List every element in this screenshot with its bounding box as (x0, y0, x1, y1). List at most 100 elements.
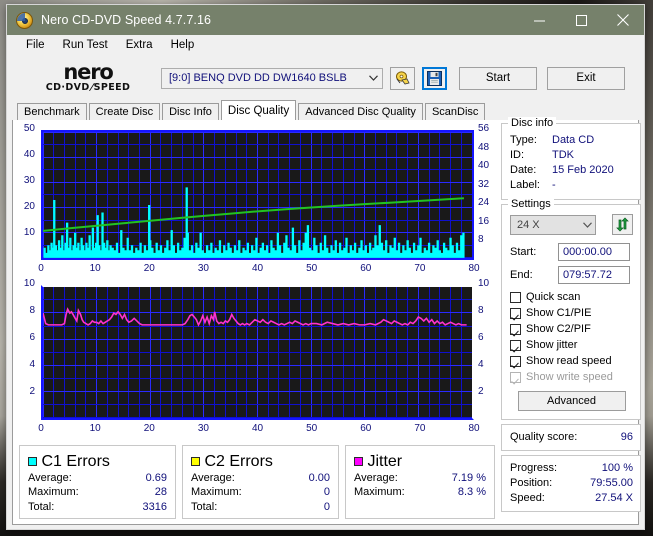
application-window: Nero CD-DVD Speed 4.7.7.16 File Run Test… (6, 4, 645, 530)
y2-tick-label: 16 (478, 215, 490, 227)
save-button[interactable] (422, 66, 447, 90)
progress-label: Progress: (510, 462, 558, 474)
x-tick-label: 70 (414, 262, 426, 274)
tab-scandisc[interactable]: ScanDisc (424, 103, 486, 120)
disc-label-value: - (552, 179, 556, 191)
jitter-axis-right: 2 4 6 8 10 (475, 278, 497, 437)
y2-tick-label: 56 (478, 123, 490, 134)
y2-tick-label: 40 (478, 160, 490, 172)
device-select-value: [9:0] BENQ DVD DD DW1640 BSLB (169, 72, 347, 84)
c1-average-row: Average: 0.69 (28, 471, 167, 486)
y2-tick-label: 4 (478, 358, 484, 370)
maximize-icon[interactable] (560, 5, 602, 35)
jitter-axis-left: 2 4 6 8 10 (15, 278, 39, 437)
c1-average-value: 0.69 (145, 471, 167, 484)
y2-tick-label: 8 (478, 234, 484, 246)
x-tick-label: 20 (143, 262, 155, 274)
disc-id-label: ID: (510, 149, 525, 161)
tab-create-disc[interactable]: Create Disc (88, 103, 161, 120)
jitter-average-value: 7.19 % (451, 471, 486, 484)
minimize-icon[interactable] (518, 5, 560, 35)
show-jitter-checkbox[interactable]: Show jitter (510, 337, 633, 353)
disc-quality-panel: 10 20 30 40 50 8 16 24 32 40 48 56 0 10 20 30 40 50 60 70… (12, 117, 641, 525)
x-tick-label: 60 (360, 262, 372, 274)
disc-info-button[interactable] (390, 66, 415, 90)
speed-select-value: 24 X (517, 218, 540, 231)
disc-date-value: 15 Feb 2020 (552, 164, 614, 176)
start-position-label: Start: (510, 246, 537, 258)
error-plot-area (41, 130, 474, 260)
y-tick-label: 8 (29, 304, 35, 316)
disc-icon (16, 11, 33, 29)
x-tick-label: 0 (38, 422, 44, 434)
y-tick-label: 40 (23, 149, 35, 160)
end-position-input[interactable]: 079:57.72 (558, 266, 630, 284)
tab-disc-quality[interactable]: Disc Quality (220, 100, 297, 120)
advanced-button[interactable]: Advanced (517, 391, 626, 411)
speed-select[interactable]: 24 X (510, 214, 597, 235)
y2-tick-label: 24 (478, 197, 490, 209)
c2-errors-title: C2 Errors (204, 452, 273, 470)
show-read-speed-checkbox[interactable]: Show read speed (510, 353, 633, 369)
disc-date-row: Date: 15 Feb 2020 (510, 163, 633, 178)
jitter-maximum-row: Maximum: 8.3 % (354, 485, 486, 500)
graphs-column: 10 20 30 40 50 8 16 24 32 40 48 56 0 10 20 30 40 50 60 70… (13, 120, 499, 524)
disc-id-value: TDK (552, 149, 574, 161)
tab-disc-info[interactable]: Disc Info (162, 103, 219, 120)
jitter-average-label: Average: (354, 471, 398, 484)
c2-maximum-label: Maximum: (191, 486, 242, 498)
c1-total-label: Total: (28, 500, 55, 513)
y-tick-label: 30 (23, 175, 35, 186)
disc-info-group: Disc info Type: Data CD ID: TDK Date: 15… (501, 117, 641, 200)
x-tick-label: 70 (414, 422, 426, 434)
show-c2-pif-checkbox[interactable]: Show C2/PIF (510, 321, 633, 337)
disc-type-row: Type: Data CD (510, 133, 633, 148)
disc-label-label: Label: (510, 179, 540, 191)
chevron-down-icon (579, 220, 595, 230)
x-tick-label: 10 (89, 262, 101, 274)
show-c2-pif-label: Show C2/PIF (526, 323, 591, 335)
settings-legend: Settings (508, 198, 554, 210)
show-c1-pie-checkbox[interactable]: Show C1/PIE (510, 305, 633, 321)
tab-advanced-disc-quality[interactable]: Advanced Disc Quality (298, 103, 423, 120)
menu-item-extra[interactable]: Extra (117, 37, 162, 54)
menu-item-run-test[interactable]: Run Test (54, 37, 117, 54)
quality-score-label: Quality score: (510, 431, 578, 443)
menu-item-help[interactable]: Help (162, 37, 204, 54)
c1-total-value: 3316 (142, 500, 167, 513)
refresh-button[interactable] (612, 214, 633, 235)
disc-label-row: Label: - (510, 178, 633, 193)
x-tick-label: 50 (306, 262, 318, 274)
c1-errors-legend: C1 Errors (28, 453, 167, 471)
c2-total-label: Total: (191, 500, 218, 513)
quick-scan-checkbox[interactable]: Quick scan (510, 289, 633, 305)
c2-total-row: Total: 0 (191, 500, 330, 515)
logo-subtitle: CD·DVD/SPEED (29, 82, 147, 93)
end-position-label: End: (510, 269, 533, 281)
quality-score-row: Quality score: 96 (510, 430, 633, 445)
jitter-color-swatch (354, 456, 363, 466)
device-select[interactable]: [9:0] BENQ DVD DD DW1640 BSLB (161, 67, 383, 89)
x-tick-label: 60 (360, 422, 372, 434)
disc-hand-icon (395, 70, 410, 84)
quality-score-value: 96 (620, 431, 633, 443)
c1-maximum-label: Maximum: (28, 486, 79, 498)
y-tick-label: 2 (29, 385, 35, 397)
nero-logo: nero CD·DVD/SPEED (19, 62, 147, 94)
c2-average-value: 0.00 (308, 471, 330, 484)
start-button[interactable]: Start (459, 66, 537, 90)
chevron-down-icon (365, 73, 382, 83)
refresh-arrows-icon (616, 217, 630, 232)
exit-button[interactable]: Exit (547, 66, 625, 90)
jitter-series (43, 287, 472, 418)
menu-item-file[interactable]: File (17, 37, 54, 54)
close-icon[interactable] (602, 5, 644, 35)
tab-benchmark[interactable]: Benchmark (17, 103, 87, 120)
quality-score-box: Quality score: 96 (501, 424, 641, 451)
show-c1-pie-label: Show C1/PIE (526, 307, 592, 319)
c2-maximum-row: Maximum: 0 (191, 485, 330, 500)
jitter-average-row: Average: 7.19 % (354, 471, 486, 486)
start-position-input[interactable]: 000:00.00 (558, 243, 630, 261)
progress-value: 100 % (601, 462, 633, 474)
disc-id-row: ID: TDK (510, 148, 633, 163)
